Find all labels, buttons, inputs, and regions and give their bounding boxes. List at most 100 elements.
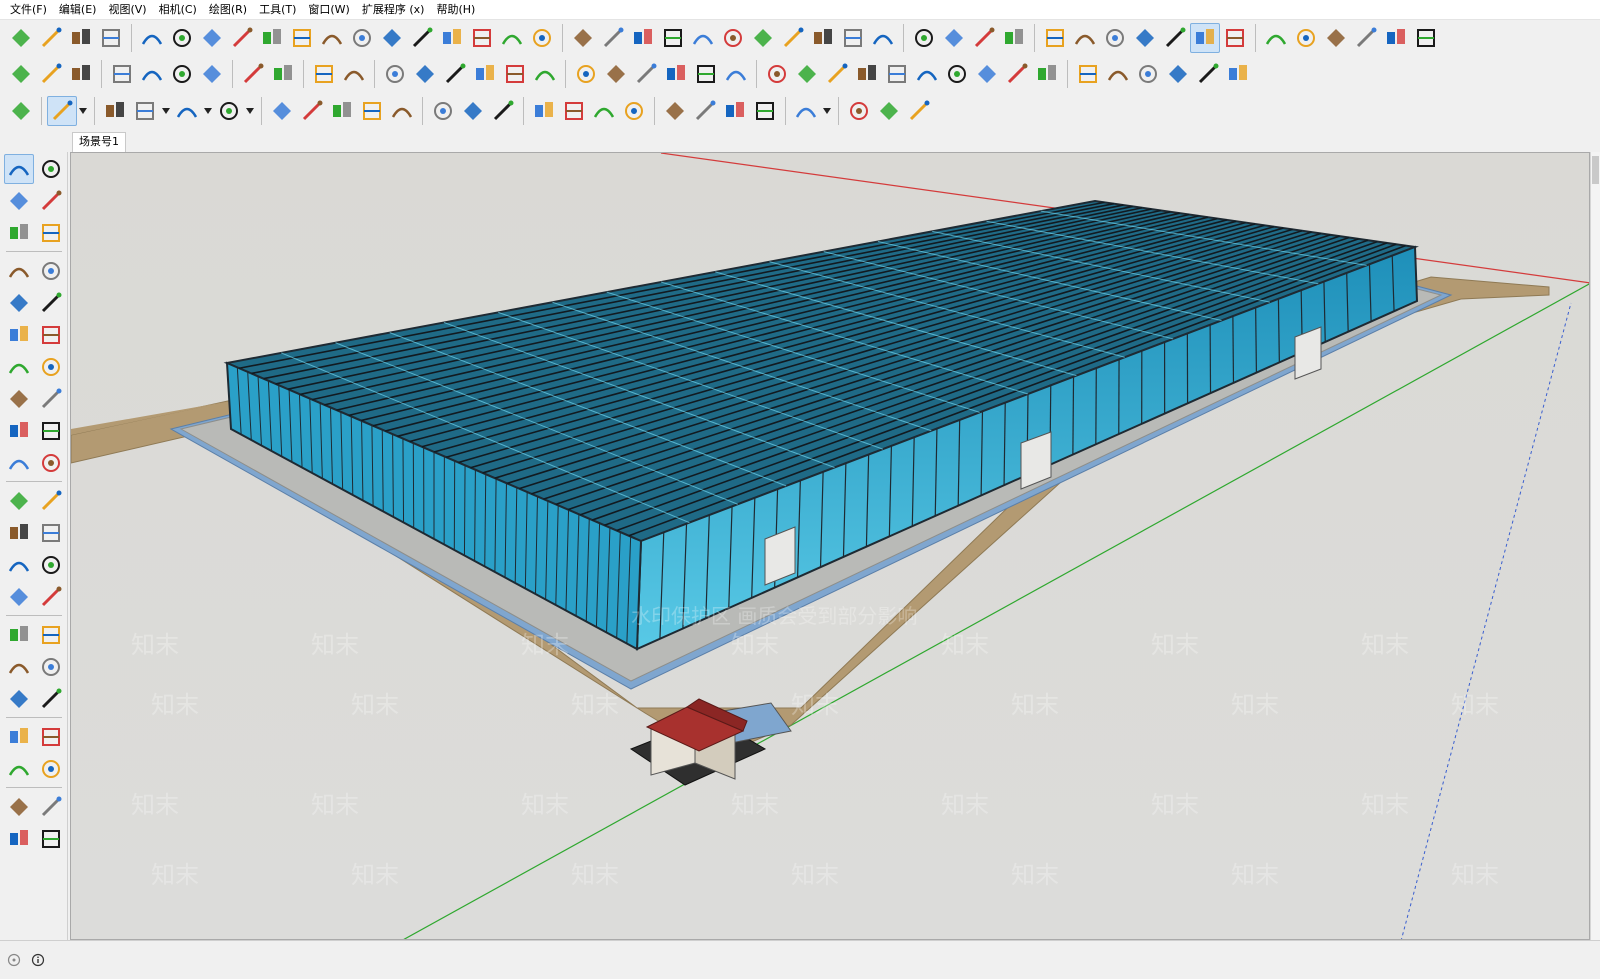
cube-white-button[interactable] xyxy=(1070,23,1100,53)
viewport-scrollbar[interactable] xyxy=(1590,152,1600,940)
box-grey-button[interactable] xyxy=(1160,23,1190,53)
menu-extensions[interactable]: 扩展程序 (x) xyxy=(356,0,431,20)
info-button[interactable] xyxy=(339,59,369,89)
box-blue-button[interactable] xyxy=(1220,23,1250,53)
layers-flip-button[interactable] xyxy=(497,23,527,53)
menu-help[interactable]: 帮助(H) xyxy=(430,0,481,20)
select-button[interactable] xyxy=(47,96,77,126)
box-white-button[interactable] xyxy=(1130,23,1160,53)
zoom-extents-tool-button[interactable] xyxy=(4,684,34,714)
rotate2-button[interactable] xyxy=(357,96,387,126)
menu-camera[interactable]: 相机(C) xyxy=(153,0,203,20)
previous-tool-button[interactable] xyxy=(36,684,66,714)
dimension-tool-button[interactable] xyxy=(36,518,66,548)
paint-tool-button[interactable] xyxy=(4,186,34,216)
mirror-button[interactable] xyxy=(748,23,778,53)
section-display-tool-button[interactable] xyxy=(36,792,66,822)
section-plane-button[interactable] xyxy=(660,96,690,126)
explode-button[interactable] xyxy=(227,23,257,53)
house-outline-button[interactable] xyxy=(1381,23,1411,53)
pie-button[interactable] xyxy=(1032,59,1062,89)
cut-button[interactable] xyxy=(107,59,137,89)
cube-blue-button[interactable] xyxy=(1040,23,1070,53)
scrollbar-thumb[interactable] xyxy=(1592,156,1599,184)
iso-view-button[interactable] xyxy=(571,59,601,89)
followme2-button[interactable] xyxy=(297,96,327,126)
scale-button[interactable] xyxy=(1193,59,1223,89)
scatter-button[interactable] xyxy=(317,23,347,53)
scale2-button[interactable] xyxy=(387,96,417,126)
3dtext-tool-button[interactable] xyxy=(36,582,66,612)
style-button[interactable] xyxy=(6,23,36,53)
dropdown-arrow[interactable] xyxy=(821,96,833,126)
back-view-button[interactable] xyxy=(691,59,721,89)
copy-button[interactable] xyxy=(137,59,167,89)
rotate-tool-button[interactable] xyxy=(4,448,34,478)
circle-button[interactable] xyxy=(882,59,912,89)
pushpull-tool-button[interactable] xyxy=(36,416,66,446)
wave-button[interactable] xyxy=(598,23,628,53)
dropdown-arrow[interactable] xyxy=(202,96,214,126)
section-cut-button[interactable] xyxy=(750,96,780,126)
zoom2-button[interactable] xyxy=(589,96,619,126)
edit-box-button[interactable] xyxy=(658,23,688,53)
line-button[interactable] xyxy=(130,96,160,126)
circle-tool-button[interactable] xyxy=(4,320,34,350)
menu-view[interactable]: 视图(V) xyxy=(102,0,152,20)
pin-button[interactable] xyxy=(838,23,868,53)
menu-file[interactable]: 文件(F) xyxy=(4,0,53,20)
cylinder-button[interactable] xyxy=(808,23,838,53)
section-fill-button[interactable] xyxy=(720,96,750,126)
position-camera-tool-button[interactable] xyxy=(36,754,66,784)
columns-button[interactable] xyxy=(718,23,748,53)
arc-button[interactable] xyxy=(942,59,972,89)
redo-button[interactable] xyxy=(268,59,298,89)
dice-button[interactable] xyxy=(939,23,969,53)
zoom-button[interactable] xyxy=(6,96,36,126)
right-view-button[interactable] xyxy=(661,59,691,89)
zoom-window-tool-button[interactable] xyxy=(36,652,66,682)
tape2-button[interactable] xyxy=(428,96,458,126)
walk-tool-button[interactable] xyxy=(4,722,34,752)
box-layers-button[interactable] xyxy=(1190,23,1220,53)
zoom-tool-button[interactable] xyxy=(4,652,34,682)
freehand-tool-button[interactable] xyxy=(36,256,66,286)
grid-table-button[interactable] xyxy=(909,23,939,53)
dropdown-arrow[interactable] xyxy=(77,96,89,126)
slab-button[interactable] xyxy=(347,23,377,53)
box-outline-button[interactable] xyxy=(1100,23,1130,53)
paste-button[interactable] xyxy=(167,59,197,89)
pushpull2-button[interactable] xyxy=(267,96,297,126)
door-button[interactable] xyxy=(1291,23,1321,53)
scale-tool-button[interactable] xyxy=(4,486,34,516)
home-button[interactable] xyxy=(1321,23,1351,53)
account-button[interactable] xyxy=(791,96,821,126)
offset-button[interactable] xyxy=(377,23,407,53)
tape-tool-button[interactable] xyxy=(4,518,34,548)
rect-tool-button[interactable] xyxy=(4,288,34,318)
shop-button[interactable] xyxy=(1351,23,1381,53)
house-iso-button[interactable] xyxy=(1261,23,1291,53)
zoom-extents-button[interactable] xyxy=(619,96,649,126)
3dtext-button[interactable] xyxy=(530,59,560,89)
3d-warehouse-button[interactable] xyxy=(874,96,904,126)
info-icon[interactable] xyxy=(30,952,46,968)
bend-button[interactable] xyxy=(197,23,227,53)
move2-button[interactable] xyxy=(327,96,357,126)
menu-tools[interactable]: 工具(T) xyxy=(253,0,302,20)
pencil-button[interactable] xyxy=(762,59,792,89)
arc-tool-button[interactable] xyxy=(172,96,202,126)
loop-button[interactable] xyxy=(287,23,317,53)
align-button[interactable] xyxy=(167,23,197,53)
beads-button[interactable] xyxy=(568,23,598,53)
broom-button[interactable] xyxy=(868,23,898,53)
line-tool-button[interactable] xyxy=(4,256,34,286)
followme-tool-button[interactable] xyxy=(36,448,66,478)
mod-button[interactable] xyxy=(999,23,1029,53)
section-display-button[interactable] xyxy=(690,96,720,126)
rect-button[interactable] xyxy=(822,59,852,89)
protractor-button[interactable] xyxy=(440,59,470,89)
move-tool-button[interactable] xyxy=(4,416,34,446)
pencil-tool-button[interactable] xyxy=(36,218,66,248)
protractor-tool-button[interactable] xyxy=(4,550,34,580)
